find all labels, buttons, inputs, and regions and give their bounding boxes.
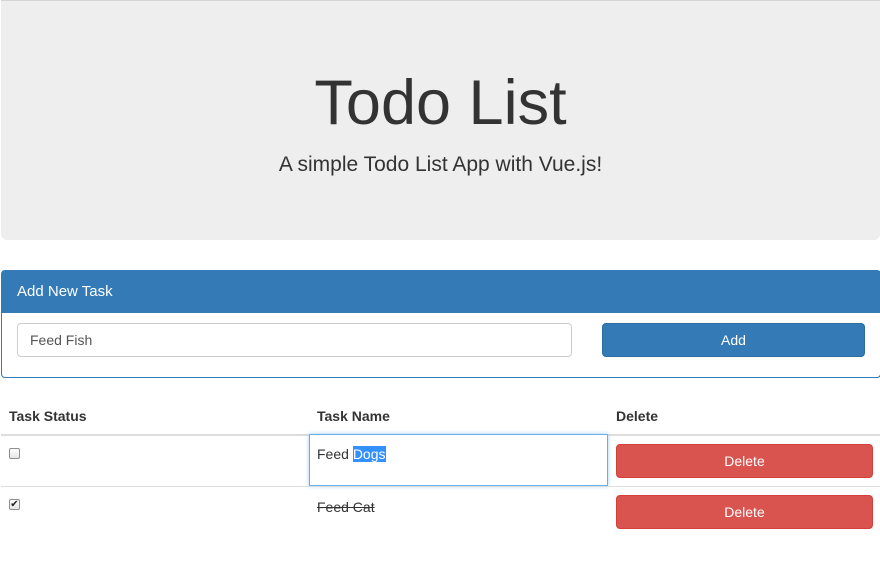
task-status-checkbox-checked[interactable]: ✔ <box>9 499 20 510</box>
task-name-text: Feed <box>317 446 353 462</box>
delete-button[interactable]: Delete <box>616 444 873 478</box>
add-task-panel-heading: Add New Task <box>2 271 880 313</box>
task-name-completed[interactable]: Feed Cat <box>317 498 375 516</box>
new-task-input[interactable] <box>17 323 572 357</box>
delete-button[interactable]: Delete <box>616 495 873 529</box>
page-title: Todo List <box>314 68 567 138</box>
jumbotron-header: Todo List A simple Todo List App with Vu… <box>1 0 880 240</box>
table-row-divider <box>1 486 880 487</box>
column-header-task-status: Task Status <box>9 408 87 424</box>
column-header-delete: Delete <box>616 408 659 424</box>
add-task-panel: Add New Task Add <box>1 270 880 378</box>
add-button[interactable]: Add <box>602 323 865 357</box>
selected-text: Dogs <box>352 446 386 462</box>
task-name-edit-field[interactable]: Feed Dogs <box>309 434 608 486</box>
column-header-task-name: Task Name <box>317 408 390 424</box>
page-subtitle: A simple Todo List App with Vue.js! <box>278 153 603 176</box>
task-status-checkbox[interactable] <box>9 448 20 459</box>
